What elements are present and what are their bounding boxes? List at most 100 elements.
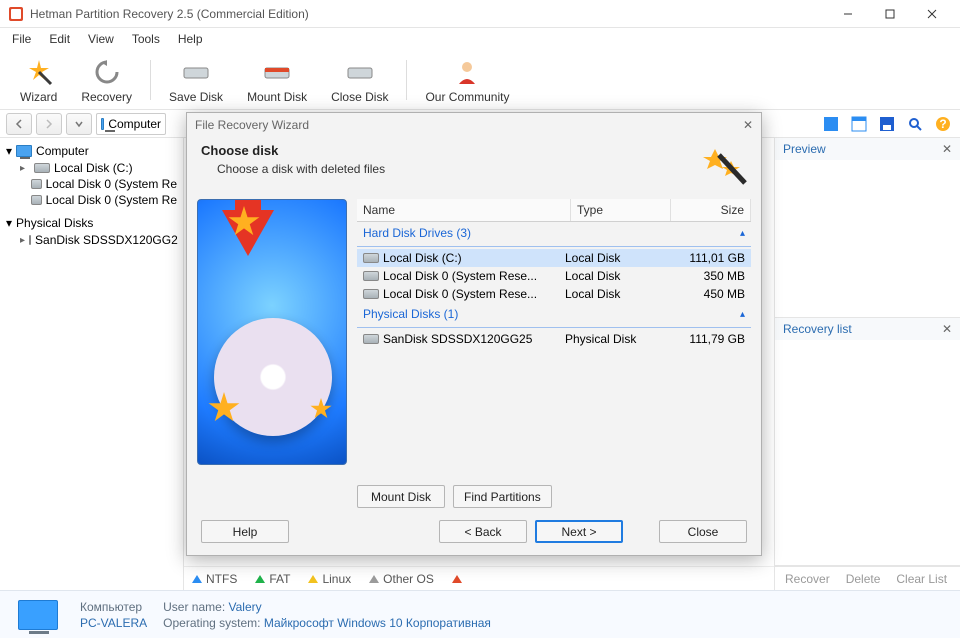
tree-item-local-disk-0b[interactable]: Local Disk 0 (System Re <box>2 192 181 208</box>
tree-item-local-disk-0a[interactable]: Local Disk 0 (System Re <box>2 176 181 192</box>
list-group-physical[interactable]: Physical Disks (1)▴ <box>357 303 751 325</box>
row-type: Local Disk <box>565 251 665 265</box>
help-button[interactable]: Help <box>201 520 289 543</box>
list-group-hdd[interactable]: Hard Disk Drives (3)▴ <box>357 222 751 244</box>
menu-edit[interactable]: Edit <box>41 30 78 48</box>
tree-group-computer[interactable]: ▾ Computer <box>2 142 181 160</box>
tree-item-local-disk-c[interactable]: ▸Local Disk (C:) <box>2 160 181 176</box>
computer-icon <box>16 145 32 157</box>
row-size: 111,79 GB <box>665 332 745 346</box>
tree-label: SanDisk SDSSDX120GG2 <box>35 233 178 247</box>
statusbar: Компьютер PC-VALERA User name: Valery Op… <box>0 590 960 638</box>
dialog-subheading: Choose a disk with deleted files <box>201 162 385 176</box>
row-size: 111,01 GB <box>665 251 745 265</box>
disk-close-icon <box>344 56 376 88</box>
row-name: Local Disk 0 (System Rese... <box>383 287 537 301</box>
find-partitions-button[interactable]: Find Partitions <box>453 485 552 508</box>
row-type: Local Disk <box>565 269 665 283</box>
menu-tools[interactable]: Tools <box>124 30 168 48</box>
col-type[interactable]: Type <box>571 199 671 221</box>
list-row[interactable]: Local Disk 0 (System Rese...Local Disk45… <box>357 285 751 303</box>
panel-close-icon[interactable]: ✕ <box>942 142 952 156</box>
view-tiles-button[interactable] <box>820 113 842 135</box>
mount-disk-button[interactable]: Mount Disk <box>357 485 445 508</box>
preview-panel: Preview✕ <box>775 138 960 318</box>
tree-item-sandisk[interactable]: ▸ SanDisk SDSSDX120GG2 <box>2 232 181 248</box>
search-button[interactable] <box>904 113 926 135</box>
status-os: Майкрософт Windows 10 Корпоративная <box>264 616 491 630</box>
delete-action[interactable]: Delete <box>842 572 885 586</box>
legend-other: Other OS <box>369 572 434 586</box>
dialog-close-button[interactable]: Close <box>659 520 747 543</box>
disk-list: Name Type Size Hard Disk Drives (3)▴ Loc… <box>357 199 751 508</box>
legend-fat: FAT <box>255 572 290 586</box>
maximize-button[interactable] <box>870 2 910 26</box>
nav-back-button[interactable] <box>6 113 32 135</box>
toolbar-save-disk[interactable]: Save Disk <box>157 52 235 108</box>
tree-label: Local Disk (C:) <box>54 161 133 175</box>
disk-icon <box>363 271 379 281</box>
community-icon <box>451 56 483 88</box>
partition-legend: NTFS FAT Linux Other OS <box>184 566 774 590</box>
back-button[interactable]: < Back <box>439 520 527 543</box>
disk-icon <box>363 289 379 299</box>
save-icon-button[interactable] <box>876 113 898 135</box>
help-button[interactable]: ? <box>932 113 954 135</box>
status-os-label: Operating system: <box>163 616 260 630</box>
dialog-heading: Choose disk <box>201 143 385 158</box>
folder-tree: ▾ Computer ▸Local Disk (C:) Local Disk 0… <box>0 138 184 590</box>
dialog-title: File Recovery Wizard <box>195 118 309 132</box>
pc-icon <box>18 600 58 630</box>
menu-help[interactable]: Help <box>170 30 211 48</box>
menu-view[interactable]: View <box>80 30 122 48</box>
tree-label: Computer <box>36 144 89 158</box>
toolbar-community[interactable]: Our Community <box>413 52 521 108</box>
view-details-button[interactable] <box>848 113 870 135</box>
toolbar-mount-disk[interactable]: Mount Disk <box>235 52 319 108</box>
triangle-icon <box>255 575 265 583</box>
toolbar: Wizard Recovery Save Disk Mount Disk Clo… <box>0 50 960 110</box>
col-size[interactable]: Size <box>671 199 751 221</box>
list-row[interactable]: Local Disk (C:)Local Disk111,01 GB <box>357 249 751 267</box>
toolbar-label: Recovery <box>81 90 132 104</box>
toolbar-label: Save Disk <box>169 90 223 104</box>
toolbar-wizard[interactable]: Wizard <box>8 52 69 108</box>
expand-icon: ▸ <box>20 235 25 246</box>
address-bar[interactable]: Computer <box>96 113 166 135</box>
titlebar: Hetman Partition Recovery 2.5 (Commercia… <box>0 0 960 28</box>
tree-group-physical-disks[interactable]: ▾ Physical Disks <box>2 214 181 232</box>
legend-ntfs: NTFS <box>192 572 237 586</box>
dialog-close-icon[interactable]: ✕ <box>743 118 753 132</box>
triangle-icon <box>452 575 462 583</box>
toolbar-separator <box>406 60 407 100</box>
next-button[interactable]: Next > <box>535 520 623 543</box>
nav-history-button[interactable] <box>66 113 92 135</box>
row-size: 450 MB <box>665 287 745 301</box>
list-row[interactable]: Local Disk 0 (System Rese...Local Disk35… <box>357 267 751 285</box>
row-type: Physical Disk <box>565 332 665 346</box>
col-name[interactable]: Name <box>357 199 571 221</box>
menu-file[interactable]: File <box>4 30 39 48</box>
toolbar-close-disk[interactable]: Close Disk <box>319 52 400 108</box>
toolbar-recovery[interactable]: Recovery <box>69 52 144 108</box>
status-user-label: User name: <box>163 600 225 614</box>
row-name: SanDisk SDSSDX120GG25 <box>383 332 532 346</box>
triangle-icon <box>369 575 379 583</box>
triangle-icon <box>192 575 202 583</box>
clear-list-action[interactable]: Clear List <box>892 572 951 586</box>
tree-label: Local Disk 0 (System Re <box>46 177 177 191</box>
nav-forward-button[interactable] <box>36 113 62 135</box>
app-icon <box>8 6 24 22</box>
list-row[interactable]: SanDisk SDSSDX120GG25 Physical Disk111,79… <box>357 330 751 348</box>
row-name: Local Disk 0 (System Rese... <box>383 269 537 283</box>
toolbar-separator <box>150 60 151 100</box>
close-button[interactable] <box>912 2 952 26</box>
file-recovery-wizard-dialog: File Recovery Wizard ✕ Choose disk Choos… <box>186 112 762 556</box>
minimize-button[interactable] <box>828 2 868 26</box>
collapse-icon: ▾ <box>6 144 12 158</box>
address-text: Computer <box>108 117 161 131</box>
panel-close-icon[interactable]: ✕ <box>942 322 952 336</box>
collapse-icon: ▴ <box>740 309 745 320</box>
legend-more[interactable] <box>452 575 462 583</box>
recover-action[interactable]: Recover <box>781 572 834 586</box>
